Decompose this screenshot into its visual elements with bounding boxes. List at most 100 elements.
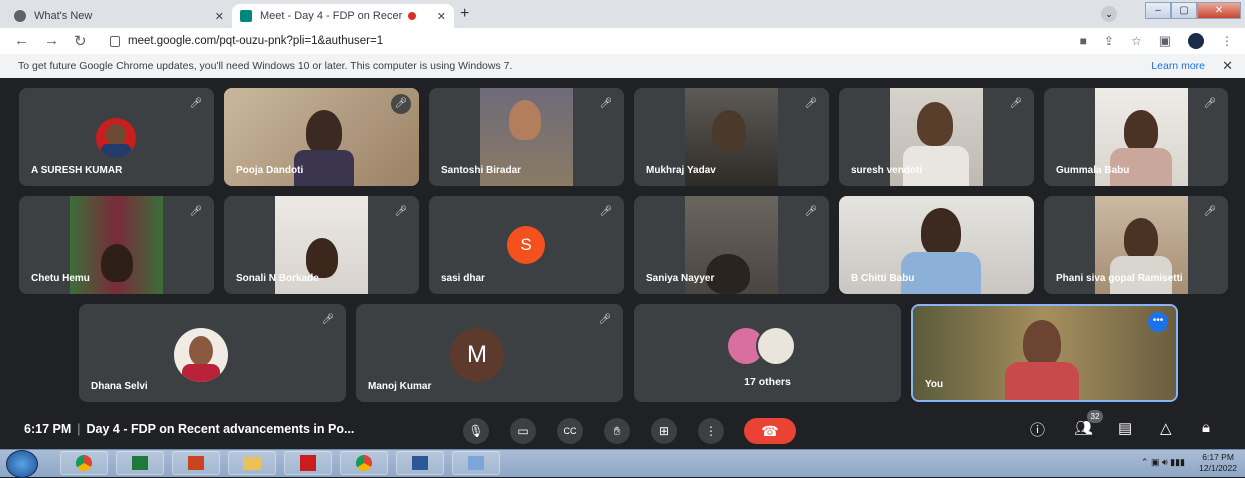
meeting-details: 6:17 PM | Day 4 - FDP on Recent advancemen… — [24, 422, 355, 436]
address-bar[interactable]: meet.google.com/pqt-ouzu-pnk?pli=1&authu… — [110, 31, 1070, 51]
participant-name: Mukhraj Yadav — [646, 165, 716, 176]
mic-off-icon: 🎤︎ — [596, 202, 616, 222]
captions-button[interactable]: CC — [557, 418, 583, 444]
participant-count-badge: 32 — [1087, 410, 1103, 423]
explorer-taskbar-icon[interactable] — [228, 451, 276, 475]
mic-off-icon: 🎤︎ — [1200, 202, 1220, 222]
mic-off-icon: 🎤︎ — [801, 202, 821, 222]
participant-tile[interactable]: 🎤︎ Phani siva gopal Ramisetti — [1044, 196, 1228, 294]
update-infobar: To get future Google Chrome updates, you… — [0, 54, 1245, 79]
participant-tile[interactable]: B Chitti Babu — [839, 196, 1034, 294]
participant-name: Pooja Dandoti — [236, 165, 304, 176]
raise-hand-button[interactable]: ✋︎ — [604, 418, 630, 444]
lock-icon — [110, 35, 120, 47]
activities-icon[interactable]: △ — [1160, 419, 1172, 437]
acrobat-taskbar-icon[interactable] — [284, 451, 332, 475]
participant-tile[interactable]: 🎤︎ Santoshi Biradar — [429, 88, 624, 186]
profile-avatar[interactable] — [1188, 33, 1204, 49]
participant-name: sasi dhar — [441, 273, 485, 284]
powerpoint-taskbar-icon[interactable] — [172, 451, 220, 475]
paint-taskbar-icon[interactable] — [452, 451, 500, 475]
participant-name: Phani siva gopal Ramisetti — [1056, 273, 1183, 284]
minimize-button[interactable]: – — [1145, 2, 1171, 19]
host-controls-icon[interactable]: 🔒︎ — [1202, 419, 1210, 436]
self-view-tile[interactable]: ••• You — [911, 304, 1178, 402]
participant-name: suresh vendoti — [851, 165, 923, 176]
participant-name: Sonali N Borkade — [236, 273, 319, 284]
menu-icon[interactable]: ⋮ — [1221, 34, 1233, 48]
participant-face — [306, 238, 338, 278]
infobar-message: To get future Google Chrome updates, you… — [18, 60, 513, 72]
clock-date: 12/1/2022 — [1199, 463, 1237, 473]
end-call-button[interactable]: ☎︎ — [744, 418, 796, 444]
mic-off-icon: 🎤︎ — [1200, 94, 1220, 114]
participant-tile[interactable]: M 🎤︎ Manoj Kumar — [356, 304, 623, 402]
chrome-taskbar-icon[interactable] — [60, 451, 108, 475]
mic-off-icon: 🎤︎ — [1006, 94, 1026, 114]
others-avatar — [756, 326, 796, 366]
browser-toolbar: ← → ↻ meet.google.com/pqt-ouzu-pnk?pli=1… — [0, 28, 1245, 55]
more-options-button[interactable]: ⋮ — [698, 418, 724, 444]
system-tray-icons[interactable]: ⌃ ▣ 🔊︎ ▮▮▮ — [1141, 457, 1185, 468]
window-close-button[interactable]: ✕ — [1197, 2, 1241, 19]
tab-search-icon[interactable]: ⌄ — [1101, 6, 1117, 22]
share-icon[interactable]: ⇪ — [1104, 34, 1114, 48]
participant-grid: 🎤︎ A SURESH KUMAR 🎤︎ Pooja Dandoti 🎤︎ Sa… — [0, 78, 1245, 411]
recording-dot-icon — [408, 12, 417, 20]
participant-tile[interactable]: 🎤︎ Chetu Hemu — [19, 196, 214, 294]
close-tab-icon[interactable]: ✕ — [215, 10, 224, 23]
bookmark-star-icon[interactable]: ☆ — [1131, 34, 1142, 48]
present-button[interactable]: ⊞ — [651, 418, 677, 444]
participant-face — [1124, 218, 1158, 260]
participant-name: Dhana Selvi — [91, 381, 148, 392]
new-tab-icon[interactable]: + — [460, 5, 469, 23]
reload-icon[interactable]: ↻ — [74, 32, 87, 50]
participant-tile[interactable]: 🎤︎ suresh vendoti — [839, 88, 1034, 186]
tab-whats-new[interactable]: What's New ✕ — [6, 4, 232, 28]
side-panel-icon[interactable]: ▣ — [1159, 33, 1171, 49]
participant-tile[interactable]: 🎤︎ Pooja Dandoti — [224, 88, 419, 186]
others-tile[interactable]: 17 others — [634, 304, 901, 402]
participant-tile[interactable]: 🎤︎ A SURESH KUMAR — [19, 88, 214, 186]
participant-tile[interactable]: S 🎤︎ sasi dhar — [429, 196, 624, 294]
forward-icon[interactable]: → — [44, 32, 59, 49]
close-tab-icon[interactable]: ✕ — [437, 10, 446, 23]
participant-face — [101, 244, 133, 282]
start-button[interactable] — [6, 450, 38, 478]
url-text: meet.google.com/pqt-ouzu-pnk?pli=1&authu… — [128, 35, 384, 47]
participant-tile[interactable]: 🎤︎ Sonali N Borkade — [224, 196, 419, 294]
chrome-icon — [14, 10, 26, 22]
learn-more-link[interactable]: Learn more — [1151, 54, 1205, 78]
meet-icon — [240, 10, 252, 22]
participant-face — [1023, 320, 1061, 366]
others-count: 17 others — [744, 376, 791, 388]
tab-meet[interactable]: Meet - Day 4 - FDP on Recer ✕ — [232, 4, 454, 28]
participant-tile[interactable]: 🎤︎ Gummala Babu — [1044, 88, 1228, 186]
camera-button[interactable]: ▭ — [510, 418, 536, 444]
participant-tile[interactable]: 🎤︎ Dhana Selvi — [79, 304, 346, 402]
profile-photo — [174, 328, 228, 382]
participant-face — [306, 110, 342, 154]
chrome-taskbar-icon-2[interactable] — [340, 451, 388, 475]
chat-icon[interactable]: ▤ — [1118, 419, 1132, 437]
maximize-button[interactable]: ▢ — [1171, 2, 1197, 19]
participant-face — [1124, 110, 1158, 152]
camera-indicator-icon[interactable]: ■ — [1080, 34, 1087, 48]
meeting-controls-bar: 6:17 PM | Day 4 - FDP on Recent advancemen… — [0, 410, 1245, 449]
mic-off-icon: 🎤︎ — [596, 94, 616, 114]
meeting-info-icon[interactable]: ⓘ — [1030, 419, 1045, 440]
taskbar-clock[interactable]: 6:17 PM 12/1/2022 — [1199, 452, 1237, 474]
mic-off-icon: 🎤︎ — [391, 202, 411, 222]
word-taskbar-icon[interactable] — [396, 451, 444, 475]
close-infobar-icon[interactable]: ✕ — [1222, 54, 1233, 78]
back-icon[interactable]: ← — [14, 32, 29, 49]
excel-taskbar-icon[interactable] — [116, 451, 164, 475]
meeting-title: Day 4 - FDP on Recent advancements in Po… — [86, 422, 355, 436]
windows-taskbar: ⌃ ▣ 🔊︎ ▮▮▮ 6:17 PM 12/1/2022 — [0, 449, 1245, 478]
mic-button[interactable]: 🎙︎ — [463, 418, 489, 444]
more-options-icon[interactable]: ••• — [1148, 312, 1168, 332]
browser-tab-strip: What's New ✕ Meet - Day 4 - FDP on Recer… — [0, 0, 1245, 28]
participant-tile[interactable]: 🎤︎ Saniya Nayyer — [634, 196, 829, 294]
participant-tile[interactable]: 🎤︎ Mukhraj Yadav — [634, 88, 829, 186]
participant-face — [509, 100, 541, 140]
